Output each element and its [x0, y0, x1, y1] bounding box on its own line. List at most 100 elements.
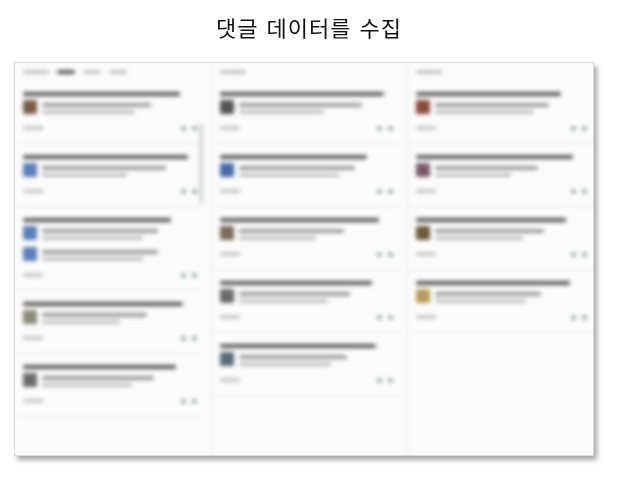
reply-link[interactable]: [416, 252, 436, 256]
column-tab[interactable]: [109, 70, 127, 74]
post-item[interactable]: [15, 144, 205, 207]
comment-text-line: [42, 173, 128, 177]
avatar[interactable]: [416, 226, 430, 240]
comment-text-line: [239, 110, 324, 114]
column-tab[interactable]: [220, 70, 246, 74]
post-item[interactable]: [408, 207, 593, 270]
avatar[interactable]: [23, 310, 37, 324]
reply-link[interactable]: [220, 252, 240, 256]
more-icon[interactable]: [388, 251, 393, 257]
more-icon[interactable]: [582, 251, 587, 257]
post-title-line: [220, 92, 385, 96]
post-item[interactable]: [15, 354, 205, 417]
like-icon[interactable]: [181, 398, 186, 404]
like-icon[interactable]: [571, 188, 576, 194]
reply-link[interactable]: [23, 336, 43, 340]
column-tab[interactable]: [57, 70, 75, 74]
reply-link[interactable]: [23, 273, 43, 277]
like-icon[interactable]: [181, 188, 186, 194]
avatar[interactable]: [23, 163, 37, 177]
more-icon[interactable]: [388, 188, 393, 194]
like-icon[interactable]: [377, 377, 382, 383]
reply-link[interactable]: [220, 189, 240, 193]
more-icon[interactable]: [582, 188, 587, 194]
more-icon[interactable]: [192, 398, 197, 404]
post-item[interactable]: [212, 270, 401, 333]
reply-link[interactable]: [23, 399, 43, 403]
like-icon[interactable]: [181, 335, 186, 341]
post-item[interactable]: [212, 144, 401, 207]
avatar[interactable]: [416, 100, 430, 114]
post-item[interactable]: [408, 270, 593, 333]
avatar[interactable]: [220, 226, 234, 240]
column-tab[interactable]: [23, 70, 49, 74]
reply-link[interactable]: [23, 189, 43, 193]
comment-text-line: [42, 229, 159, 233]
avatar[interactable]: [220, 352, 234, 366]
more-icon[interactable]: [388, 314, 393, 320]
column-header: [15, 63, 205, 81]
post-item[interactable]: [15, 291, 205, 354]
post-item[interactable]: [212, 81, 401, 144]
post-item[interactable]: [408, 81, 593, 144]
more-icon[interactable]: [192, 272, 197, 278]
like-icon[interactable]: [181, 125, 186, 131]
column-tab[interactable]: [416, 70, 442, 74]
avatar[interactable]: [220, 289, 234, 303]
comment: [220, 163, 393, 180]
like-icon[interactable]: [377, 251, 382, 257]
avatar[interactable]: [220, 163, 234, 177]
like-icon[interactable]: [377, 314, 382, 320]
avatar[interactable]: [416, 289, 430, 303]
avatar[interactable]: [416, 163, 430, 177]
comment-text-line: [239, 103, 363, 107]
more-icon[interactable]: [388, 125, 393, 131]
more-icon[interactable]: [192, 188, 197, 194]
comment-text-line: [42, 320, 120, 324]
comment-text-line: [42, 257, 143, 261]
more-icon[interactable]: [582, 125, 587, 131]
post-item[interactable]: [15, 81, 205, 144]
reply-link[interactable]: [416, 315, 436, 319]
like-icon[interactable]: [377, 188, 382, 194]
post-item[interactable]: [408, 144, 593, 207]
like-icon[interactable]: [571, 125, 576, 131]
comment-text-line: [435, 173, 511, 177]
like-icon[interactable]: [571, 251, 576, 257]
more-icon[interactable]: [192, 335, 197, 341]
post-title-line: [23, 302, 184, 306]
comment-text-line: [42, 166, 166, 170]
post-item[interactable]: [15, 207, 205, 291]
reply-link[interactable]: [220, 315, 240, 319]
scrollbar[interactable]: [199, 123, 203, 203]
post-title-line: [416, 92, 562, 96]
post-item[interactable]: [212, 333, 401, 396]
comment: [416, 226, 587, 243]
reply-link[interactable]: [220, 126, 240, 130]
reply-link[interactable]: [220, 378, 240, 382]
comment: [220, 289, 393, 306]
avatar[interactable]: [23, 247, 37, 261]
more-icon[interactable]: [192, 125, 197, 131]
avatar[interactable]: [220, 100, 234, 114]
column-tab[interactable]: [83, 70, 101, 74]
more-icon[interactable]: [388, 377, 393, 383]
post-title-line: [220, 281, 373, 285]
more-icon[interactable]: [582, 314, 587, 320]
like-icon[interactable]: [181, 272, 186, 278]
post-title-line: [220, 218, 380, 222]
post-item[interactable]: [212, 207, 401, 270]
comment: [416, 100, 587, 117]
post-title-line: [23, 155, 189, 159]
reply-link[interactable]: [416, 189, 436, 193]
page-title: 댓글 데이터를 수집: [216, 18, 402, 43]
avatar[interactable]: [23, 226, 37, 240]
like-icon[interactable]: [571, 314, 576, 320]
reply-link[interactable]: [416, 126, 436, 130]
like-icon[interactable]: [377, 125, 382, 131]
reply-link[interactable]: [23, 126, 43, 130]
comment: [416, 163, 587, 180]
avatar[interactable]: [23, 100, 37, 114]
comment-text-line: [239, 166, 355, 170]
avatar[interactable]: [23, 373, 37, 387]
